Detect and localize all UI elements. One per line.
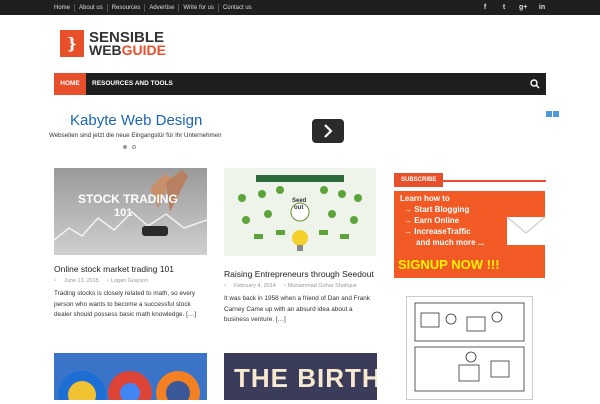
topnav-write[interactable]: Write for us xyxy=(179,3,219,12)
twitter-icon[interactable]: t xyxy=(500,4,508,11)
banner-line: → Earn Online xyxy=(404,216,460,225)
post-image-text: Seed xyxy=(292,198,307,204)
post-card: STOCK TRADING 101 Online stock market tr… xyxy=(54,168,207,318)
pager-dot[interactable] xyxy=(132,145,136,149)
post-image[interactable]: THE BIRTH xyxy=(224,353,377,400)
post-card: THE BIRTH xyxy=(224,353,377,400)
logo-line2: WEBGUIDE xyxy=(89,41,167,58)
user-icon: ▫ xyxy=(106,278,109,284)
banner-line: → IncreaseTraffic xyxy=(404,227,471,236)
birth-banner-text: THE BIRTH xyxy=(234,363,377,393)
post-author[interactable]: Logan Grayson xyxy=(111,278,149,284)
adchoices-icon[interactable] xyxy=(546,111,559,117)
envelope-icon xyxy=(506,216,545,245)
post-image[interactable]: Seed out xyxy=(224,168,376,256)
post-title[interactable]: Online stock market trading 101 xyxy=(54,264,174,274)
post-title[interactable]: Raising Entrepreneurs through Seedout xyxy=(224,269,374,279)
post-image[interactable]: STOCK TRADING 101 xyxy=(54,168,207,255)
topnav-about[interactable]: About us xyxy=(75,3,108,12)
logo-text: SENSIBLE WEBGUIDE xyxy=(89,30,167,58)
ad-banner[interactable]: Kabyte Web Design Webseiten sind jetzt d… xyxy=(49,110,559,154)
post-image-text: STOCK TRADING xyxy=(78,192,178,206)
seedout-illustration xyxy=(238,175,362,251)
topnav-contact[interactable]: Contact us xyxy=(219,4,256,12)
post-image-subtext: out xyxy=(294,205,304,211)
calendar-icon: ▫ xyxy=(224,283,226,289)
googleplus-icon[interactable]: g+ xyxy=(519,4,527,11)
topnav-home[interactable]: Home xyxy=(54,3,76,12)
user-icon: ▫ xyxy=(283,283,286,289)
site-logo[interactable]: } SENSIBLE WEBGUIDE xyxy=(60,30,166,57)
comic-widget[interactable] xyxy=(406,296,533,400)
linkedin-icon[interactable]: in xyxy=(538,4,546,11)
pager-dot[interactable] xyxy=(123,145,127,149)
banner-line: → Start Blogging xyxy=(404,205,470,214)
banner-line: Learn how to xyxy=(400,194,450,203)
post-excerpt: It was back in 1958 when a friend of Dan… xyxy=(224,295,371,323)
post-date: February 4, 2014 xyxy=(233,283,276,289)
subscribe-banner[interactable]: Learn how to → Start Blogging → Earn Onl… xyxy=(394,191,545,278)
social-links: f t g+ in xyxy=(481,0,546,15)
calendar-icon: ▫ xyxy=(54,278,56,284)
logo-mark-icon: } xyxy=(60,30,84,57)
subscribe-heading-label: SUBSCRIBE xyxy=(394,173,444,187)
post-card: Seed out Raising Entrepreneurs through S… xyxy=(224,168,377,328)
search-icon[interactable] xyxy=(530,79,540,89)
topnav-resources[interactable]: Resources xyxy=(108,3,146,12)
post-date: June 13, 2015 xyxy=(63,278,99,284)
logo-web: WEB xyxy=(89,41,122,58)
banner-line: and much more ... xyxy=(416,238,485,247)
nav-home[interactable]: HOME xyxy=(54,73,86,95)
main-nav: HOME RESOURCES AND TOOLS xyxy=(54,73,546,95)
nav-resources-tools[interactable]: RESOURCES AND TOOLS xyxy=(92,73,173,95)
post-image[interactable] xyxy=(54,353,207,400)
ad-subtitle: Webseiten sind jetzt die neue Eingangstü… xyxy=(49,132,222,139)
post-card xyxy=(54,353,207,400)
facebook-icon[interactable]: f xyxy=(481,4,489,11)
top-nav: Home About us Resources Advertise Write … xyxy=(54,0,256,15)
logo-guide: GUIDE xyxy=(121,41,167,58)
post-author[interactable]: Muhammad Gohar Shafique xyxy=(288,283,357,289)
ad-title[interactable]: Kabyte Web Design xyxy=(70,112,202,129)
signup-cta[interactable]: SIGNUP NOW !!! xyxy=(398,257,500,272)
chevron-right-icon xyxy=(324,124,333,138)
ad-pager xyxy=(123,145,136,149)
post-meta: ▫ February 4, 2014 ▫ Muhammad Gohar Shafiq… xyxy=(224,283,357,289)
comic-illustration xyxy=(414,302,525,392)
post-image-subtext: 101 xyxy=(114,207,133,219)
browsers-illustration xyxy=(58,371,200,400)
post-excerpt: Trading stocks is closely related to mat… xyxy=(54,290,197,318)
topnav-advertise[interactable]: Advertise xyxy=(145,3,180,12)
subscribe-heading: SUBSCRIBE xyxy=(394,168,546,187)
ad-next-button[interactable] xyxy=(312,119,344,143)
post-meta: ▫ June 13, 2015 ▫ Logan Grayson xyxy=(54,278,148,284)
